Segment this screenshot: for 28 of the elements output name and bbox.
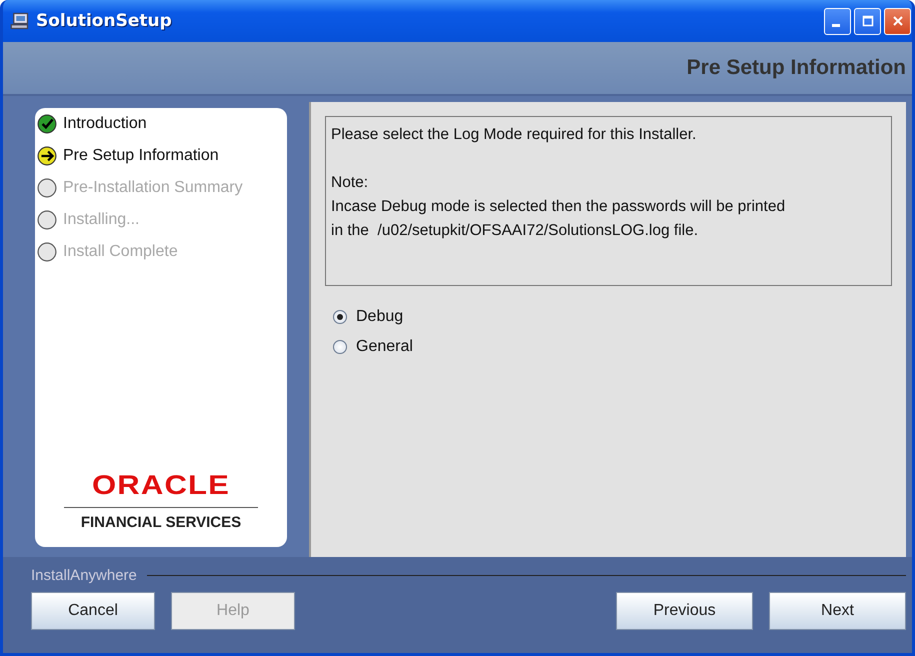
step-label: Introduction	[63, 114, 147, 132]
logo-subtitle: FINANCIAL SERVICES	[80, 514, 242, 531]
page-title: Pre Setup Information	[686, 56, 906, 80]
step-label: Install Complete	[63, 242, 178, 260]
close-icon	[892, 15, 904, 27]
option-label[interactable]: General	[356, 338, 413, 356]
close-button[interactable]	[884, 8, 911, 34]
window-title: SolutionSetup	[36, 11, 173, 31]
dialog-button[interactable]: Next	[769, 592, 906, 630]
radio-button[interactable]	[333, 340, 347, 354]
installer-label: InstallAnywhere	[31, 567, 137, 584]
step-label: Pre Setup Information	[63, 146, 219, 164]
message-text: Please select the Log Mode required for this Installer.	[331, 125, 698, 145]
maximize-button[interactable]	[854, 8, 881, 34]
radio-button[interactable]	[333, 310, 347, 324]
computer-icon	[10, 11, 30, 31]
message-text: Incase Debug mode is selected then the passwords will be printed	[331, 197, 786, 217]
logo-wordmark: ORACLE	[92, 470, 230, 501]
step-label: Installing...	[63, 210, 140, 228]
option-label[interactable]: Debug	[356, 308, 404, 326]
message-text: in the /u02/setupkit/OFSAAI72/SolutionsLOG.log file.	[331, 221, 700, 241]
step-label: Pre-Installation Summary	[63, 178, 243, 196]
maximize-icon	[862, 15, 874, 27]
minimize-icon	[832, 24, 840, 26]
dialog-button[interactable]: Cancel	[31, 592, 155, 630]
minimize-button[interactable]	[824, 8, 851, 34]
message-text: Note:	[331, 173, 370, 193]
dialog-button[interactable]: Previous	[616, 592, 753, 630]
